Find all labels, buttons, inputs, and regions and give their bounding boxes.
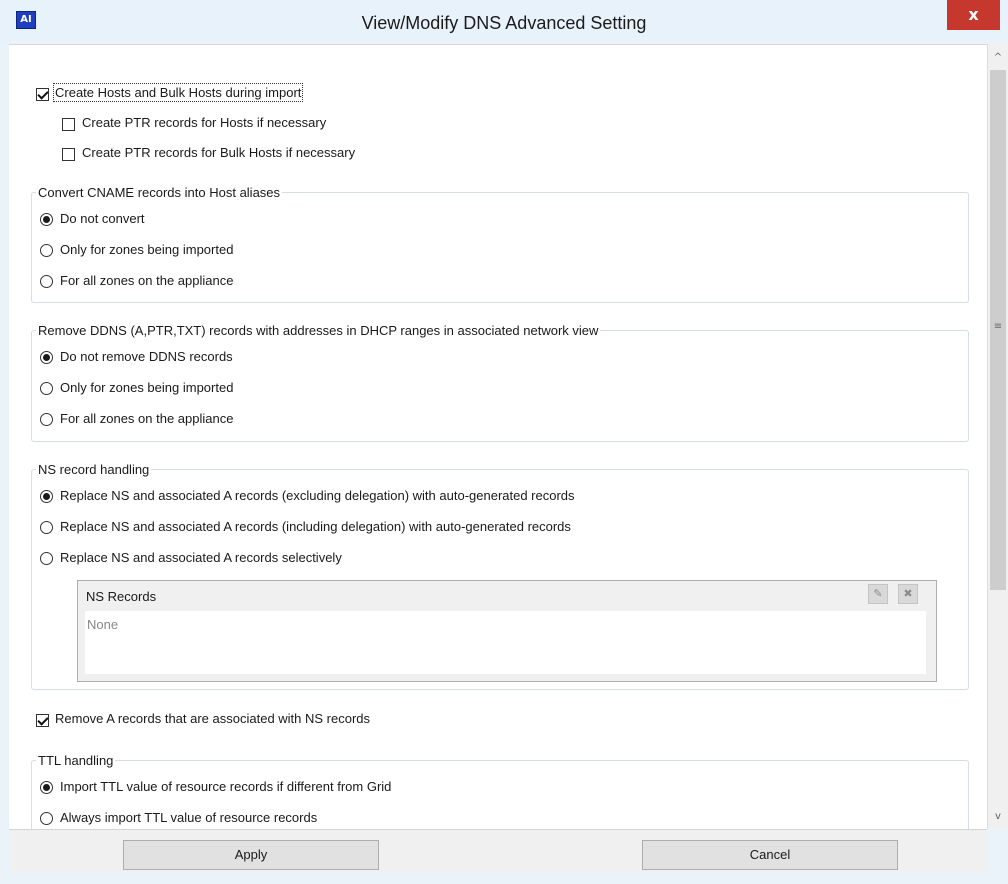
- ns-records-list[interactable]: None: [85, 611, 926, 674]
- scrollbar-grip-icon: ≡: [993, 321, 1003, 332]
- title-bar: AI View/Modify DNS Advanced Setting x: [0, 0, 1008, 42]
- dialog-window: AI View/Modify DNS Advanced Setting x Cr…: [0, 0, 1008, 884]
- ddns-option-radio[interactable]: [40, 413, 53, 426]
- cname-option-label[interactable]: Only for zones being imported: [60, 242, 233, 257]
- cname-option-label[interactable]: For all zones on the appliance: [60, 273, 233, 288]
- create-hosts-label[interactable]: Create Hosts and Bulk Hosts during impor…: [52, 83, 304, 102]
- dialog-footer: Apply Cancel: [9, 829, 987, 873]
- ddns-option-label[interactable]: Only for zones being imported: [60, 380, 233, 395]
- cname-option-radio[interactable]: [40, 213, 53, 226]
- ns-records-empty-text: None: [87, 617, 119, 632]
- ns-option-radio[interactable]: [40, 490, 53, 503]
- ddns-option-radio[interactable]: [40, 382, 53, 395]
- cancel-button[interactable]: Cancel: [642, 840, 898, 870]
- ddns-option-radio[interactable]: [40, 351, 53, 364]
- remove-a-records-label[interactable]: Remove A records that are associated wit…: [55, 711, 370, 726]
- ns-group-legend: NS record handling: [36, 462, 152, 477]
- ptr-hosts-label[interactable]: Create PTR records for Hosts if necessar…: [82, 115, 326, 130]
- apply-button[interactable]: Apply: [123, 840, 379, 870]
- ns-option-label[interactable]: Replace NS and associated A records (inc…: [60, 519, 571, 534]
- ns-option-label[interactable]: Replace NS and associated A records (exc…: [60, 488, 575, 503]
- ttl-option-label[interactable]: Always import TTL value of resource reco…: [60, 810, 317, 825]
- ns-records-title: NS Records: [86, 589, 157, 604]
- cname-option-radio[interactable]: [40, 244, 53, 257]
- scroll-down-icon[interactable]: v: [988, 807, 1008, 827]
- ttl-group-legend: TTL handling: [36, 753, 116, 768]
- delete-icon[interactable]: ✖: [898, 584, 918, 604]
- edit-icon[interactable]: ✎: [868, 584, 888, 604]
- dialog-title: View/Modify DNS Advanced Setting: [361, 13, 647, 33]
- ns-option-label[interactable]: Replace NS and associated A records sele…: [60, 550, 342, 565]
- settings-content: Create Hosts and Bulk Hosts during impor…: [9, 44, 987, 830]
- cname-group-legend: Convert CNAME records into Host aliases: [36, 185, 283, 200]
- close-button[interactable]: x: [947, 0, 1000, 30]
- ddns-option-label[interactable]: Do not remove DDNS records: [60, 349, 233, 364]
- remove-a-records-checkbox[interactable]: [36, 714, 49, 727]
- ptr-hosts-checkbox[interactable]: [62, 118, 75, 131]
- ddns-group-legend: Remove DDNS (A,PTR,TXT) records with add…: [36, 323, 601, 338]
- vertical-scrollbar[interactable]: ^ ≡ v: [987, 44, 1008, 829]
- create-hosts-checkbox[interactable]: [36, 88, 49, 101]
- cname-option-label[interactable]: Do not convert: [60, 211, 145, 226]
- ns-option-radio[interactable]: [40, 552, 53, 565]
- ttl-option-radio[interactable]: [40, 812, 53, 825]
- ptr-bulk-hosts-label[interactable]: Create PTR records for Bulk Hosts if nec…: [82, 145, 355, 160]
- scroll-up-icon[interactable]: ^: [988, 48, 1008, 68]
- ttl-option-radio[interactable]: [40, 781, 53, 794]
- ns-option-radio[interactable]: [40, 521, 53, 534]
- ptr-bulk-hosts-checkbox[interactable]: [62, 148, 75, 161]
- scrollbar-thumb[interactable]: ≡: [990, 70, 1006, 590]
- ddns-option-label[interactable]: For all zones on the appliance: [60, 411, 233, 426]
- ttl-option-label[interactable]: Import TTL value of resource records if …: [60, 779, 391, 794]
- cname-option-radio[interactable]: [40, 275, 53, 288]
- ns-records-panel: NS Records ✎ ✖ None: [77, 580, 937, 682]
